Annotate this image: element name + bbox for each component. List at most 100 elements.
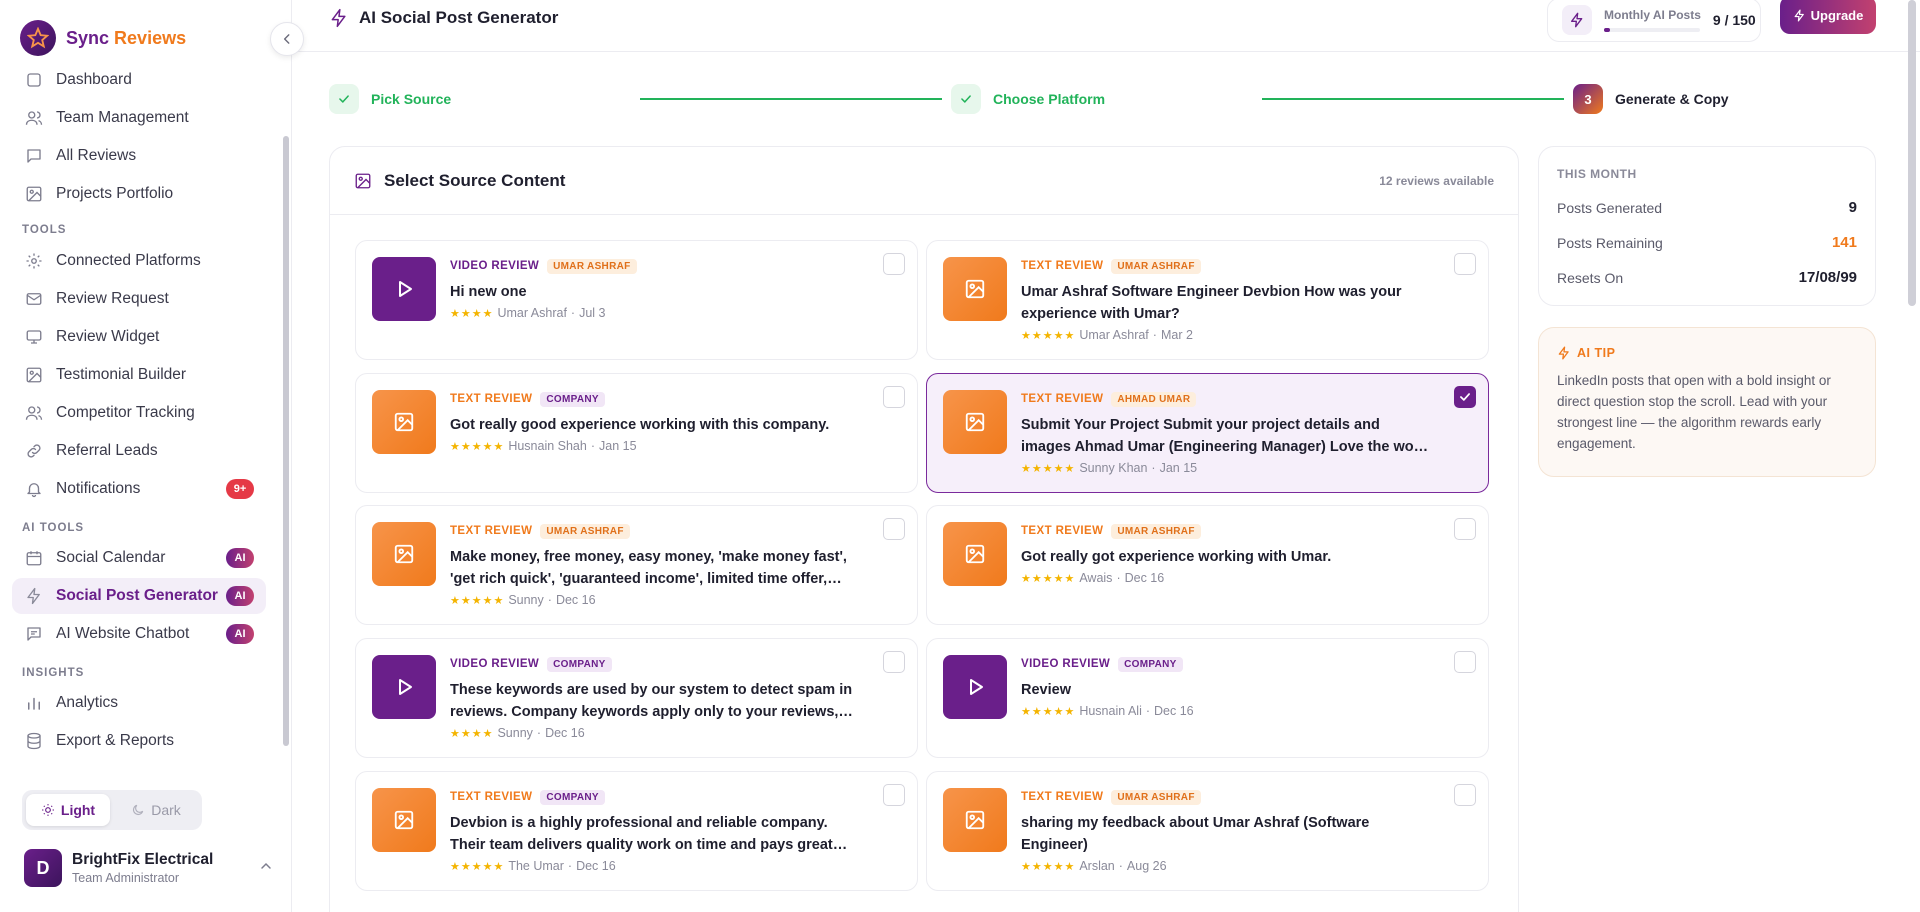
message-icon [24,146,44,166]
review-text: sharing my feedback about Umar Ashraf (S… [1021,815,1370,853]
review-card[interactable]: VIDEO REVIEW COMPANY Review ★★★★★ Husnain Al… [926,638,1489,758]
review-card[interactable]: TEXT REVIEW UMAR ASHRAF Make money, free m… [355,505,918,625]
user-profile-menu[interactable]: D BrightFix Electrical Team Administrato… [24,848,274,888]
review-date: Dec 16 [555,593,596,607]
review-select-checkbox[interactable] [1454,253,1476,275]
review-card[interactable]: VIDEO REVIEW UMAR ASHRAF Hi new one ★★★★ Uma… [355,240,918,360]
stat-value: 9 [1848,199,1857,216]
review-text: Devbion is a highly professional and rel… [450,815,833,853]
review-type-label: TEXT REVIEW [450,393,533,405]
review-tags: TEXT REVIEW UMAR ASHRAF [1021,257,1432,275]
link-icon [24,441,44,461]
review-type-label: TEXT REVIEW [450,791,533,803]
review-select-checkbox[interactable] [883,784,905,806]
notification-count-badge: 9+ [226,479,254,499]
review-select-checkbox[interactable] [883,518,905,540]
review-card[interactable]: TEXT REVIEW UMAR ASHRAF Got really got exp… [926,505,1489,625]
review-select-checkbox[interactable] [1454,386,1476,408]
sidebar-item-projects-portfolio[interactable]: Projects Portfolio [12,176,266,212]
stat-label: Posts Generated [1557,199,1663,216]
bolt-icon [1562,5,1592,35]
review-select-checkbox[interactable] [883,253,905,275]
users-icon [24,403,44,423]
sidebar-item-all-reviews[interactable]: All Reviews [12,138,266,174]
review-body: TEXT REVIEW AHMAD UMAR Submit Your Project… [1021,390,1432,475]
sidebar-item-notifications[interactable]: Notifications 9+ [12,471,266,507]
star-rating: ★★★★★ [1021,860,1076,873]
review-card[interactable]: TEXT REVIEW COMPANY Devbion is a highly pr… [355,771,918,891]
star-rating: ★★★★★ [1021,572,1076,585]
review-select-checkbox[interactable] [883,386,905,408]
star-logo-icon [20,20,56,56]
image-icon [372,522,436,586]
review-date: Aug 26 [1126,859,1167,873]
review-select-checkbox[interactable] [1454,518,1476,540]
moon-icon [133,804,144,815]
sidebar-item-dashboard[interactable]: Dashboard [12,68,266,98]
review-author: Sunny [508,593,544,607]
step-pick-source[interactable]: Pick Source [329,84,451,114]
sidebar-item-analytics[interactable]: Analytics [12,685,266,721]
sidebar-item-social-calendar[interactable]: Social Calendar AI [12,540,266,576]
star-rating: ★★★★ [450,307,494,320]
sidebar-item-testimonial-builder[interactable]: Testimonial Builder [12,357,266,393]
sidebar-item-social-post-generator[interactable]: Social Post Generator AI [12,578,266,614]
step-label: Choose Platform [993,91,1106,107]
sidebar-item-label: Review Widget [56,328,160,345]
sidebar-item-connected-platforms[interactable]: Connected Platforms [12,243,266,279]
sidebar-item-label: Review Request [56,290,169,307]
meta-separator: · [1116,571,1121,585]
sidebar-item-ai-website-chatbot[interactable]: AI Website Chatbot AI [12,616,266,652]
sidebar-item-review-request[interactable]: Review Request [12,281,266,317]
review-author: Awais [1079,571,1113,585]
check-icon [329,84,359,114]
play-icon [943,655,1007,719]
review-card[interactable]: TEXT REVIEW AHMAD UMAR Submit Your Project… [926,373,1489,493]
theme-light-button[interactable]: Light [26,794,110,826]
review-card[interactable]: TEXT REVIEW COMPANY Got really good experi… [355,373,918,493]
image-icon [24,365,44,385]
sidebar-scrollbar[interactable] [283,136,289,746]
review-select-checkbox[interactable] [1454,651,1476,673]
upgrade-button[interactable]: Upgrade [1780,0,1876,34]
step-generate-copy[interactable]: 3 Generate & Copy [1573,84,1729,114]
sidebar-item-competitor-tracking[interactable]: Competitor Tracking [12,395,266,431]
image-icon [943,257,1007,321]
review-date: Jul 3 [579,306,606,320]
review-select-checkbox[interactable] [883,651,905,673]
review-card[interactable]: VIDEO REVIEW COMPANY These keywords are us… [355,638,918,758]
brand-logo-lockup[interactable]: Sync Reviews [20,20,186,56]
theme-dark-button[interactable]: Dark [114,794,198,826]
meta-separator: · [590,439,596,453]
sidebar-item-export-reports[interactable]: Export & Reports [12,723,266,759]
review-tags: VIDEO REVIEW UMAR ASHRAF [450,257,861,275]
source-content-header: Select Source Content 12 reviews availab… [330,147,1518,215]
review-tag-badge: COMPANY [540,789,605,805]
image-icon [372,390,436,454]
sidebar-item-team-management[interactable]: Team Management [12,100,266,136]
brand-name: Sync Reviews [66,28,186,49]
star-rating: ★★★★★ [1021,705,1076,718]
meta-separator: · [1145,704,1151,718]
step-choose-platform[interactable]: Choose Platform [951,84,1105,114]
quota-value: 9 / 150 [1712,12,1756,28]
sidebar-item-label: Team Management [56,109,189,126]
review-card[interactable]: TEXT REVIEW UMAR ASHRAF sharing my feedbac… [926,771,1489,891]
sidebar-item-review-widget[interactable]: Review Widget [12,319,266,355]
review-body: VIDEO REVIEW COMPANY Review ★★★★★ Husnain Al… [1021,655,1432,718]
collapse-sidebar-button[interactable] [270,22,304,56]
star-rating: ★★★★★ [450,594,505,607]
review-card[interactable]: TEXT REVIEW UMAR ASHRAF Umar Ashraf Softwa… [926,240,1489,360]
meta-separator: · [1151,461,1156,475]
users-icon [24,108,44,128]
review-tags: TEXT REVIEW AHMAD UMAR [1021,390,1432,408]
bell-icon [24,479,44,499]
page-scrollbar[interactable] [1908,0,1916,306]
review-tags: TEXT REVIEW UMAR ASHRAF [1021,522,1432,540]
review-select-checkbox[interactable] [1454,784,1476,806]
chevron-left-icon [283,34,290,44]
review-tag-badge: UMAR ASHRAF [547,258,637,274]
sidebar-item-referral-leads[interactable]: Referral Leads [12,433,266,469]
review-body: TEXT REVIEW COMPANY Devbion is a highly pr… [450,788,861,873]
image-icon [372,788,436,852]
